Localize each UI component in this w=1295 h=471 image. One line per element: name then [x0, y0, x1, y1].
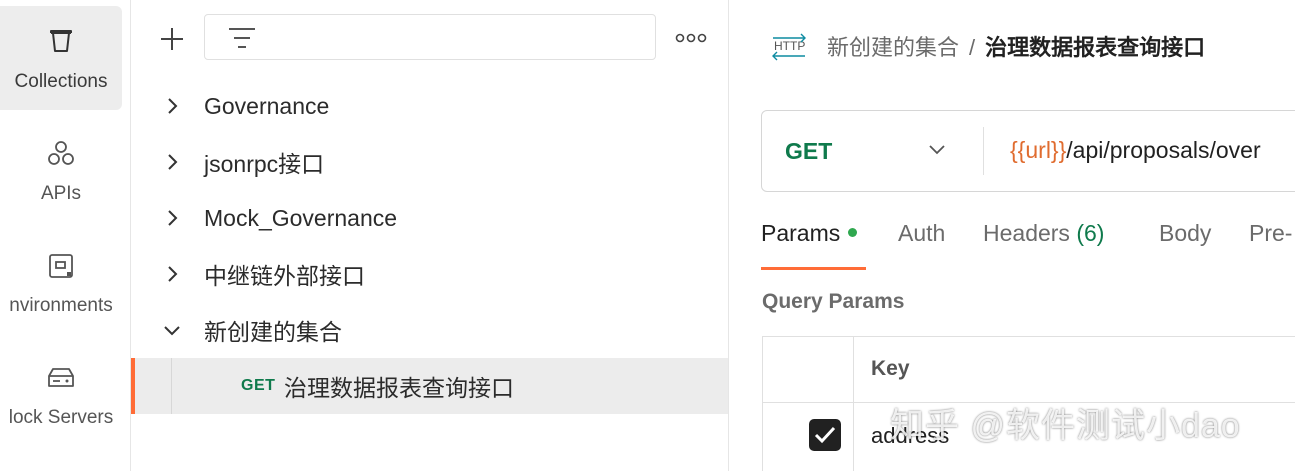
- request-name: 治理数据报表查询接口: [284, 375, 514, 401]
- collection-row-relay[interactable]: 中继链外部接口: [131, 246, 728, 302]
- breadcrumb-separator: /: [969, 35, 976, 60]
- rail-label: APIs: [40, 183, 82, 204]
- request-row-selected[interactable]: GET 治理数据报表查询接口: [131, 358, 728, 414]
- active-tab-underline: [761, 267, 866, 270]
- url-path: /api/proposals/over: [1066, 137, 1261, 163]
- nav-rail: Collections APIs nvironments lock Server…: [0, 0, 131, 471]
- rail-label: nvironments: [9, 295, 113, 316]
- breadcrumb: 新创建的集合 / 治理数据报表查询接口: [827, 30, 1205, 62]
- collections-sidebar: Governance jsonrpc接口 Mock_Governance 中继链…: [131, 0, 729, 471]
- collection-name: 新创建的集合: [204, 319, 342, 345]
- chevron-right-icon[interactable]: [163, 265, 181, 283]
- url-variable: {{url}}: [1010, 137, 1067, 163]
- tab-auth[interactable]: Auth: [898, 220, 945, 270]
- request-method-tag: GET: [241, 377, 276, 394]
- filter-icon: [229, 28, 255, 48]
- rail-item-mock-servers[interactable]: lock Servers: [0, 342, 122, 446]
- environments-icon: [49, 254, 73, 278]
- collection-row-mock-governance[interactable]: Mock_Governance: [131, 190, 728, 246]
- collection-name: jsonrpc接口: [204, 151, 325, 177]
- breadcrumb-current[interactable]: 治理数据报表查询接口: [985, 35, 1205, 60]
- chevron-right-icon[interactable]: [163, 153, 181, 171]
- svg-text:HTTP: HTTP: [774, 39, 805, 53]
- headers-count: (6): [1076, 220, 1105, 246]
- collection-row-jsonrpc[interactable]: jsonrpc接口: [131, 134, 728, 190]
- rail-item-environments[interactable]: nvironments: [0, 230, 122, 334]
- http-icon: HTTP: [772, 33, 806, 61]
- collection-name: Mock_Governance: [204, 204, 398, 231]
- rail-label: lock Servers: [8, 407, 114, 428]
- watermark: 知乎 @软件测试小dao: [890, 407, 1241, 445]
- rail-item-collections[interactable]: Collections: [0, 6, 122, 110]
- tab-params[interactable]: Params: [761, 220, 858, 270]
- method-value: GET: [785, 138, 833, 164]
- collection-row-governance[interactable]: Governance: [131, 78, 728, 134]
- query-params-title: Query Params: [762, 290, 905, 313]
- tab-headers[interactable]: Headers (6): [983, 220, 1104, 270]
- params-active-dot: [848, 228, 858, 238]
- tab-pre-request[interactable]: Pre-: [1249, 220, 1292, 270]
- url-divider: [983, 127, 984, 175]
- collection-name: Governance: [204, 92, 330, 119]
- chevron-right-icon[interactable]: [163, 209, 181, 227]
- method-select[interactable]: GET: [762, 111, 982, 191]
- rail-label: Collections: [14, 71, 108, 92]
- filter-input[interactable]: [204, 14, 656, 60]
- chevron-down-icon[interactable]: [163, 321, 181, 339]
- plus-icon[interactable]: [159, 26, 185, 52]
- apis-icon: [48, 141, 74, 165]
- tab-body[interactable]: Body: [1159, 220, 1211, 270]
- collection-row-new[interactable]: 新创建的集合: [131, 302, 728, 358]
- param-checkbox[interactable]: [809, 419, 841, 451]
- url-input[interactable]: {{url}}/api/proposals/over: [1010, 137, 1261, 164]
- breadcrumb-parent[interactable]: 新创建的集合: [827, 35, 959, 60]
- tree-indent-guide: [171, 358, 172, 414]
- key-column-header: Key: [871, 357, 910, 380]
- url-bar: GET {{url}}/api/proposals/over: [761, 110, 1295, 192]
- collections-icon: [50, 30, 72, 52]
- rail-item-apis[interactable]: APIs: [0, 118, 122, 222]
- more-icon[interactable]: [675, 32, 707, 44]
- checkmark-icon: [814, 426, 836, 444]
- mock-server-icon: [48, 368, 74, 387]
- chevron-down-icon: [929, 145, 945, 155]
- chevron-right-icon[interactable]: [163, 97, 181, 115]
- column-divider: [853, 337, 854, 471]
- selected-indicator: [131, 358, 135, 414]
- collection-name: 中继链外部接口: [204, 263, 365, 289]
